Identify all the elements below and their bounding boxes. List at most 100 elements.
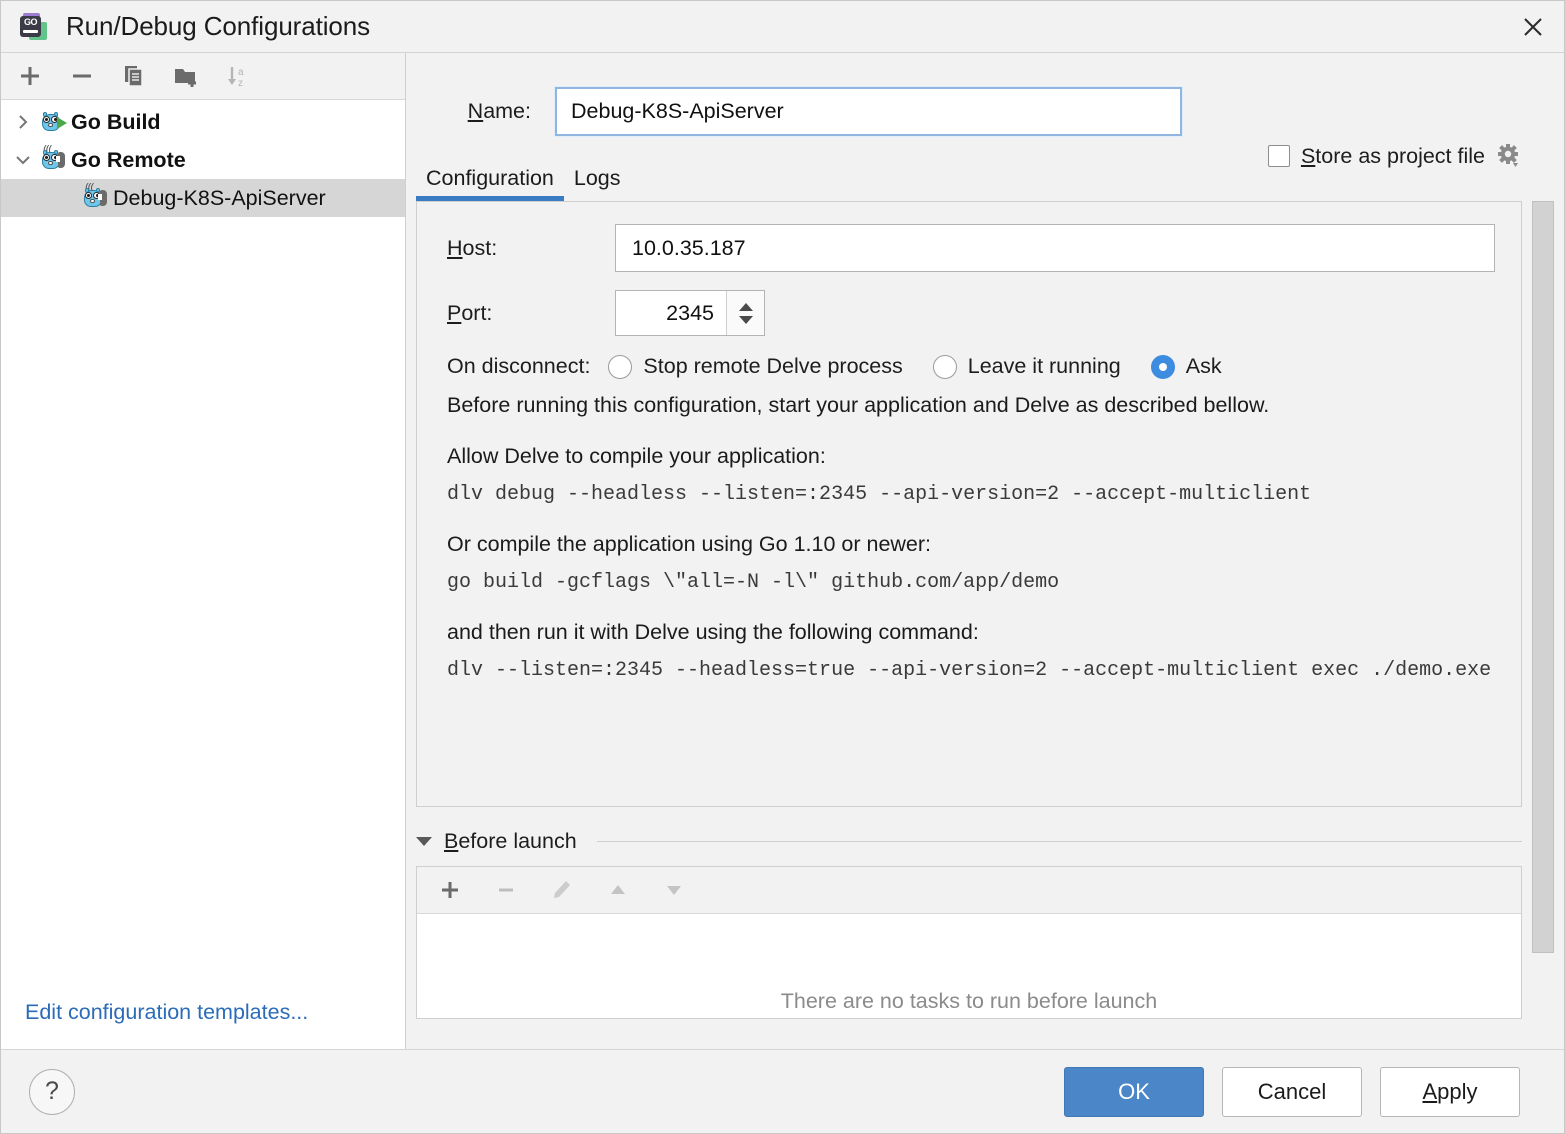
add-task-button[interactable]: [435, 875, 465, 905]
host-label: Host:: [447, 235, 498, 260]
sort-configurations-button[interactable]: a z: [223, 61, 253, 91]
close-icon: [1524, 17, 1542, 36]
before-launch-empty-text: There are no tasks to run before launch: [417, 914, 1521, 1018]
tab-logs[interactable]: Logs: [564, 166, 631, 199]
spinner-down-icon[interactable]: [738, 315, 753, 324]
port-spinner-buttons[interactable]: [726, 291, 764, 335]
port-row: Port: 2345: [417, 290, 1521, 336]
pencil-icon: [554, 881, 570, 898]
host-input[interactable]: 10.0.35.187: [615, 224, 1495, 272]
remove-task-button[interactable]: [491, 875, 521, 905]
radio-label: Stop remote Delve process: [643, 354, 903, 378]
name-input[interactable]: Debug-K8S-ApiServer: [554, 86, 1183, 137]
go-badge-text: GO: [23, 16, 38, 27]
run-debug-configurations-dialog: GO Run/Debug Configurations a z Go Build…: [0, 0, 1565, 1134]
port-input[interactable]: 2345: [616, 291, 726, 335]
copy-icon: [125, 66, 143, 87]
copy-configuration-button[interactable]: [119, 61, 149, 91]
instructions-intro: Before running this configuration, start…: [447, 393, 1270, 417]
plus-icon: [442, 882, 458, 898]
go-remote-icon: (((: [37, 145, 67, 173]
goland-logo-icon: GO: [19, 12, 49, 42]
minus-icon: [73, 74, 91, 78]
sidebar-toolbar: a z: [1, 53, 405, 100]
sort-az-icon: a z: [228, 67, 244, 89]
delve-instructions: Before running this configuration, start…: [417, 393, 1521, 682]
before-launch-header[interactable]: Before launch: [416, 829, 1522, 854]
tree-item-go-remote[interactable]: ((( Go Remote: [1, 141, 405, 179]
host-row: Host: 10.0.35.187: [417, 224, 1521, 272]
tree-item-debug-k8s-apiserver[interactable]: ((( Debug-K8S-ApiServer: [1, 179, 405, 217]
main-panel-scrollbar[interactable]: [1532, 201, 1554, 953]
configuration-tab-panel: Host: 10.0.35.187 Port: 2345 On disconne…: [416, 201, 1522, 807]
instructions-code-1: dlv debug --headless --listen=:2345 --ap…: [447, 483, 1312, 506]
move-task-down-button[interactable]: [659, 875, 689, 905]
name-label: Name:: [467, 99, 531, 123]
radio-button[interactable]: [1150, 354, 1175, 379]
triangle-up-icon: [611, 885, 625, 894]
store-as-project-file-row: Store as project file: [1267, 143, 1522, 169]
radio-stop-remote-delve-process[interactable]: Stop remote Delve process: [608, 354, 903, 379]
cancel-button[interactable]: Cancel: [1222, 1066, 1362, 1117]
section-divider: [596, 841, 1522, 842]
name-row: Name: Debug-K8S-ApiServer: [406, 53, 1564, 137]
move-task-up-button[interactable]: [603, 875, 633, 905]
svg-text:a: a: [238, 67, 244, 78]
new-folder-button[interactable]: [171, 61, 201, 91]
dialog-footer: ? OK Cancel Apply: [1, 1049, 1564, 1133]
tab-configuration[interactable]: Configuration: [416, 166, 564, 201]
triangle-down-icon: [667, 886, 681, 895]
configurations-tree: Go Build (((Go Remote (((Debug-K8S-Api…: [1, 100, 405, 1000]
triangle-down-icon[interactable]: [416, 837, 432, 846]
tree-item-label: Debug-K8S-ApiServer: [113, 185, 326, 210]
gear-icon[interactable]: [1496, 143, 1522, 169]
ok-button[interactable]: OK: [1064, 1066, 1204, 1117]
radio-label: Leave it running: [967, 354, 1121, 378]
radio-label: Ask: [1185, 354, 1222, 378]
title-bar: GO Run/Debug Configurations: [1, 1, 1564, 52]
go-build-icon: [37, 109, 67, 135]
configuration-main-panel: Name: Debug-K8S-ApiServer Store as proje…: [406, 52, 1564, 1049]
before-launch-toolbar: [417, 867, 1521, 914]
svg-text:z: z: [238, 78, 243, 89]
folder-add-icon: [175, 69, 196, 87]
instructions-code-3: dlv --listen=:2345 --headless=true --api…: [447, 659, 1492, 682]
apply-button[interactable]: Apply: [1380, 1066, 1520, 1117]
minus-icon: [499, 888, 513, 892]
tree-item-go-build[interactable]: Go Build: [1, 103, 405, 141]
configurations-sidebar: a z Go Build (((Go Remote (((Debug-K8S…: [1, 52, 406, 1049]
on-disconnect-label: On disconnect:: [447, 354, 591, 378]
help-button[interactable]: ?: [29, 1068, 75, 1115]
add-configuration-button[interactable]: [15, 61, 45, 91]
port-spinner[interactable]: 2345: [615, 290, 765, 336]
store-as-project-file-label: Store as project file: [1300, 143, 1485, 168]
edit-task-button[interactable]: [547, 875, 577, 905]
dialog-body: a z Go Build (((Go Remote (((Debug-K8S…: [1, 52, 1564, 1049]
radio-button[interactable]: [932, 354, 957, 379]
radio-leave-it-running[interactable]: Leave it running: [932, 354, 1121, 379]
store-as-project-file-checkbox[interactable]: [1267, 145, 1290, 167]
chevron-down-icon[interactable]: [9, 152, 37, 168]
go-remote-icon: (((: [79, 183, 109, 211]
port-label: Port:: [447, 300, 493, 325]
tree-item-label: Go Remote: [71, 147, 186, 172]
dialog-title: Run/Debug Configurations: [66, 11, 371, 41]
on-disconnect-row: On disconnect: Stop remote Delve process…: [417, 354, 1521, 379]
radio-ask[interactable]: Ask: [1150, 354, 1222, 379]
before-launch-title: Before launch: [444, 829, 577, 853]
remove-configuration-button[interactable]: [67, 61, 97, 91]
instructions-heading-3: and then run it with Delve using the fol…: [447, 620, 979, 644]
chevron-right-icon[interactable]: [9, 114, 37, 130]
instructions-code-2: go build -gcflags \"all=-N -l\" github.c…: [447, 571, 1060, 594]
plus-icon: [21, 67, 39, 85]
radio-button[interactable]: [608, 354, 633, 379]
before-launch-box: There are no tasks to run before launch: [416, 866, 1522, 1019]
close-button[interactable]: [1502, 1, 1564, 52]
before-launch-section: Before launch There are no tasks to run …: [416, 829, 1522, 1019]
edit-configuration-templates-link[interactable]: Edit configuration templates...: [25, 1000, 308, 1024]
instructions-heading-2: Or compile the application using Go 1.10…: [447, 532, 932, 556]
tree-item-label: Go Build: [71, 109, 161, 134]
instructions-heading-1: Allow Delve to compile your application:: [447, 444, 826, 468]
spinner-up-icon[interactable]: [738, 302, 753, 311]
sidebar-footer: Edit configuration templates...: [1, 1000, 405, 1049]
